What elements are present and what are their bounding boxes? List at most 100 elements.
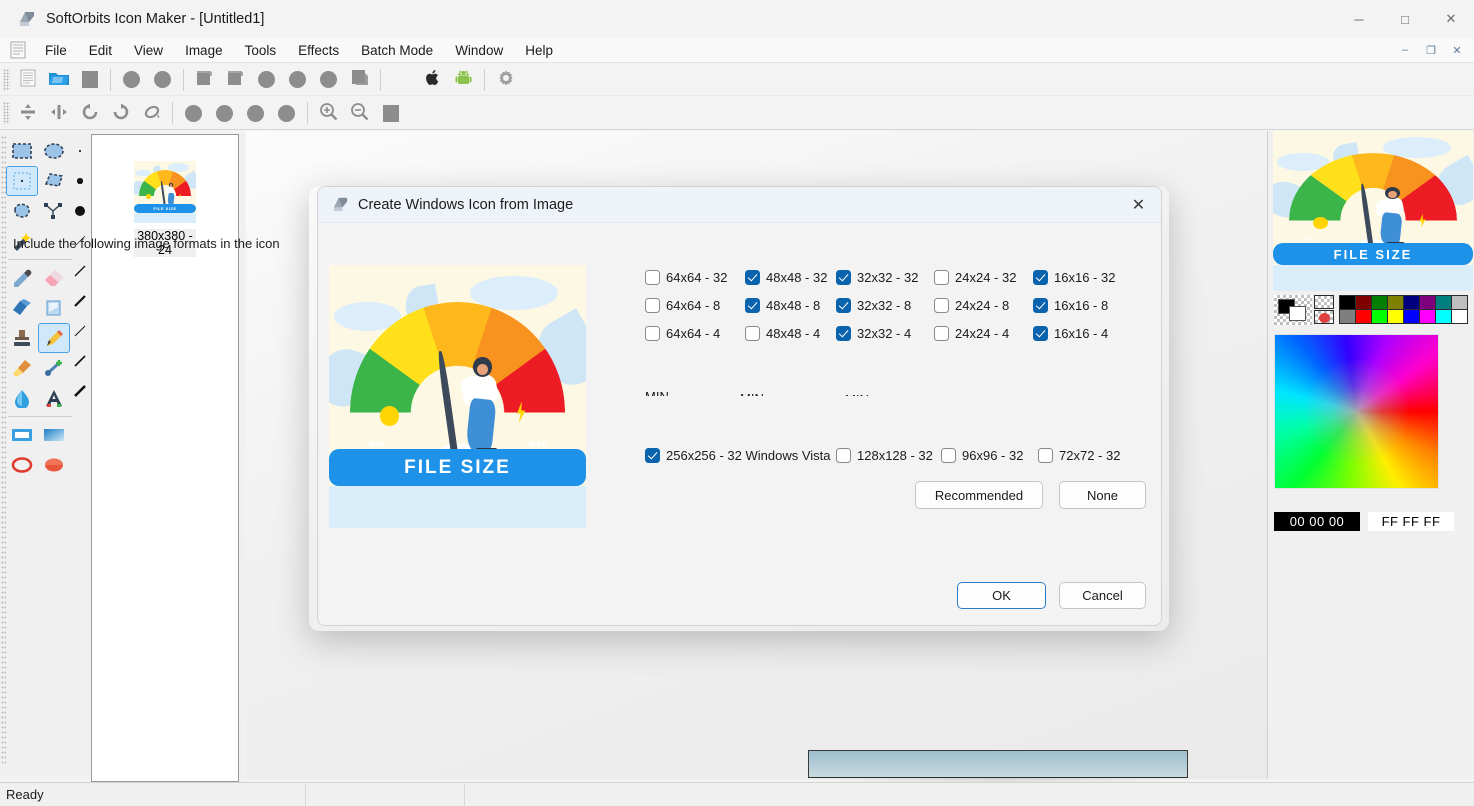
flip-horizontal-button[interactable] xyxy=(43,99,74,127)
rectangle-select-tool[interactable] xyxy=(6,136,38,166)
checkbox-icon[interactable] xyxy=(941,448,956,463)
crop-button[interactable] xyxy=(220,66,251,94)
rectangle-shape-tool[interactable] xyxy=(6,420,38,450)
pencil-tool[interactable] xyxy=(38,323,70,353)
mdi-minimize-button[interactable]: – xyxy=(1392,40,1418,60)
clone-stamp-tool[interactable] xyxy=(6,323,38,353)
format-checkbox-64x64-32[interactable]: 64x64 - 32 xyxy=(645,270,727,285)
none-button[interactable]: None xyxy=(1059,481,1146,509)
checkbox-icon[interactable] xyxy=(836,448,851,463)
lasso-select-tool[interactable] xyxy=(38,166,70,196)
palette-swatch[interactable] xyxy=(1435,295,1452,310)
line-tool[interactable] xyxy=(38,353,70,383)
format-checkbox-48x48-4[interactable]: 48x48 - 4 xyxy=(745,326,820,341)
minimize-button[interactable]: ─ xyxy=(1336,0,1382,38)
free-select-tool[interactable] xyxy=(6,196,38,226)
ellipse-filled-tool[interactable] xyxy=(38,450,70,480)
settings-gear-icon-button[interactable] xyxy=(490,66,521,94)
checkbox-icon[interactable] xyxy=(934,270,949,285)
palette-swatch[interactable] xyxy=(1403,309,1420,324)
format-checkbox-128x128-32[interactable]: 128x128 - 32 xyxy=(836,448,933,463)
menu-item-image[interactable]: Image xyxy=(174,40,234,61)
path-tool[interactable] xyxy=(38,196,70,226)
brush-size-option[interactable] xyxy=(70,196,90,226)
checkbox-icon[interactable] xyxy=(745,326,760,341)
new-document-button[interactable] xyxy=(12,66,43,94)
image-thumbnail[interactable]: MIN.MAX.FILE SIZE xyxy=(134,161,196,223)
format-checkbox-32x32-8[interactable]: 32x32 - 8 xyxy=(836,298,911,313)
text-tool[interactable] xyxy=(38,383,70,413)
menu-item-file[interactable]: File xyxy=(34,40,78,61)
zoom-in-icon-button[interactable] xyxy=(313,99,344,127)
paintbrush-tool[interactable] xyxy=(6,353,38,383)
mdi-close-button[interactable]: ✕ xyxy=(1444,40,1470,60)
palette-swatch[interactable] xyxy=(1339,309,1356,324)
format-checkbox-24x24-8[interactable]: 24x24 - 8 xyxy=(934,298,1009,313)
palette-swatch[interactable] xyxy=(1355,309,1372,324)
format-checkbox-16x16-4[interactable]: 16x16 - 4 xyxy=(1033,326,1108,341)
checkbox-icon[interactable] xyxy=(645,270,660,285)
mdi-child-window[interactable] xyxy=(808,750,1188,778)
foreground-hex-value[interactable]: 00 00 00 xyxy=(1274,512,1360,531)
zoom-actual-button[interactable] xyxy=(375,99,406,127)
brush-size-option[interactable] xyxy=(70,166,90,196)
pixel-select-tool[interactable] xyxy=(6,166,38,196)
format-checkbox-96x96-32[interactable]: 96x96 - 32 xyxy=(941,448,1023,463)
effect-3-button[interactable] xyxy=(240,99,271,127)
checkbox-icon[interactable] xyxy=(934,326,949,341)
cancel-button[interactable]: Cancel xyxy=(1059,582,1146,609)
close-button[interactable]: ✕ xyxy=(1428,0,1474,38)
copy-button[interactable] xyxy=(147,66,178,94)
resize-canvas-button[interactable] xyxy=(189,66,220,94)
foreground-background-color-selector[interactable] xyxy=(1274,295,1312,325)
palette-swatch[interactable] xyxy=(1371,309,1388,324)
brush-size-option[interactable] xyxy=(70,346,90,376)
palette-swatch[interactable] xyxy=(1355,295,1372,310)
smudge-tool[interactable] xyxy=(6,293,38,323)
brush-size-option[interactable] xyxy=(70,286,90,316)
mdi-restore-button[interactable]: ❐ xyxy=(1418,40,1444,60)
brush-size-option[interactable] xyxy=(70,136,90,166)
windows-icon-button[interactable] xyxy=(386,66,417,94)
menu-item-view[interactable]: View xyxy=(123,40,174,61)
menu-item-effects[interactable]: Effects xyxy=(287,40,350,61)
format-checkbox-64x64-8[interactable]: 64x64 - 8 xyxy=(645,298,720,313)
dialog-close-icon[interactable]: ✕ xyxy=(1116,187,1161,223)
effect-2-button[interactable] xyxy=(209,99,240,127)
format-checkbox-256x256-32-windows-vista[interactable]: 256x256 - 32 Windows Vista xyxy=(645,448,831,463)
checkbox-icon[interactable] xyxy=(745,270,760,285)
apple-icon-button[interactable] xyxy=(417,66,448,94)
open-folder-button[interactable] xyxy=(43,66,74,94)
blur-tool[interactable] xyxy=(38,293,70,323)
palette-swatch[interactable] xyxy=(1387,295,1404,310)
format-checkbox-16x16-8[interactable]: 16x16 - 8 xyxy=(1033,298,1108,313)
transparency-swatches[interactable] xyxy=(1314,295,1336,325)
brush-size-option[interactable] xyxy=(70,316,90,346)
checkbox-icon[interactable] xyxy=(745,298,760,313)
rotate-left-button[interactable] xyxy=(74,99,105,127)
android-icon-button[interactable] xyxy=(448,66,479,94)
checkbox-icon[interactable] xyxy=(836,326,851,341)
menu-item-edit[interactable]: Edit xyxy=(78,40,123,61)
format-checkbox-72x72-32[interactable]: 72x72 - 32 xyxy=(1038,448,1120,463)
palette-swatch[interactable] xyxy=(1451,309,1468,324)
palette-swatch[interactable] xyxy=(1403,295,1420,310)
checkbox-icon[interactable] xyxy=(1033,326,1048,341)
brush-size-option[interactable] xyxy=(70,376,90,406)
format-checkbox-32x32-4[interactable]: 32x32 - 4 xyxy=(836,326,911,341)
checkbox-icon[interactable] xyxy=(836,270,851,285)
maximize-button[interactable]: □ xyxy=(1382,0,1428,38)
brush-size-option[interactable] xyxy=(70,256,90,286)
ellipse-select-tool[interactable] xyxy=(38,136,70,166)
checkbox-icon[interactable] xyxy=(1033,270,1048,285)
toolbar-grip[interactable] xyxy=(3,102,10,124)
toolbar-grip[interactable] xyxy=(3,69,10,91)
format-checkbox-48x48-8[interactable]: 48x48 - 8 xyxy=(745,298,820,313)
gradient-tool[interactable] xyxy=(38,420,70,450)
palette-swatch[interactable] xyxy=(1419,295,1436,310)
ok-button[interactable]: OK xyxy=(957,582,1046,609)
checkbox-icon[interactable] xyxy=(934,298,949,313)
duplicate-button[interactable] xyxy=(344,66,375,94)
menu-item-window[interactable]: Window xyxy=(444,40,514,61)
checkbox-icon[interactable] xyxy=(1033,298,1048,313)
